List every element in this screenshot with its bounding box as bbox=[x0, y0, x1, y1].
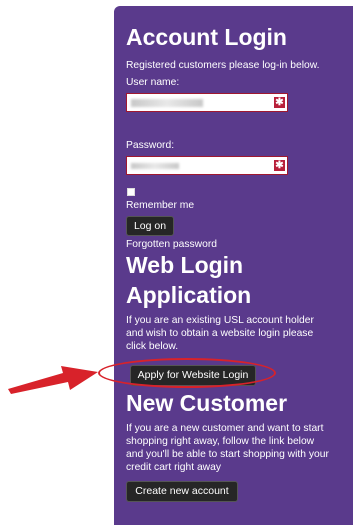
web-login-desc-line1: If you are an existing USL account holde… bbox=[126, 315, 314, 326]
new-customer-desc-line3: and you'll be able to start shopping wit… bbox=[126, 449, 329, 460]
asterisk-icon: ✱ bbox=[274, 160, 285, 171]
forgotten-password-link[interactable]: Forgotten password bbox=[126, 238, 217, 251]
username-input[interactable]: ✱ bbox=[126, 93, 288, 112]
log-on-button[interactable]: Log on bbox=[126, 216, 174, 236]
asterisk-icon: ✱ bbox=[274, 97, 285, 108]
web-login-desc-line2: and wish to obtain a website login pleas… bbox=[126, 328, 314, 339]
new-customer-desc-line4: credit cart right away bbox=[126, 462, 221, 473]
remember-me-label: Remember me bbox=[126, 200, 195, 211]
red-arrow-icon bbox=[8, 366, 98, 394]
web-login-desc-line3: click below. bbox=[126, 341, 179, 352]
username-label: User name: bbox=[126, 77, 180, 88]
annotation-highlight-ellipse bbox=[98, 358, 276, 388]
login-panel: Account Login Registered customers pleas… bbox=[114, 6, 353, 525]
new-customer-desc-line1: If you are a new customer and want to st… bbox=[126, 423, 324, 434]
remember-me-checkbox[interactable] bbox=[127, 188, 135, 196]
create-new-account-button[interactable]: Create new account bbox=[126, 481, 238, 502]
username-value-obscured bbox=[131, 99, 203, 107]
account-login-title: Account Login bbox=[126, 24, 287, 50]
web-login-title-line1: Web Login bbox=[126, 252, 244, 278]
password-label: Password: bbox=[126, 140, 175, 151]
new-customer-desc-line2: shopping right away, follow the link bel… bbox=[126, 436, 315, 447]
account-login-subtitle: Registered customers please log-in below… bbox=[126, 60, 320, 71]
password-input[interactable]: ✱ bbox=[126, 156, 288, 175]
new-customer-title: New Customer bbox=[126, 390, 288, 416]
password-value-obscured bbox=[131, 163, 179, 169]
web-login-title-line2: Application bbox=[126, 282, 252, 308]
